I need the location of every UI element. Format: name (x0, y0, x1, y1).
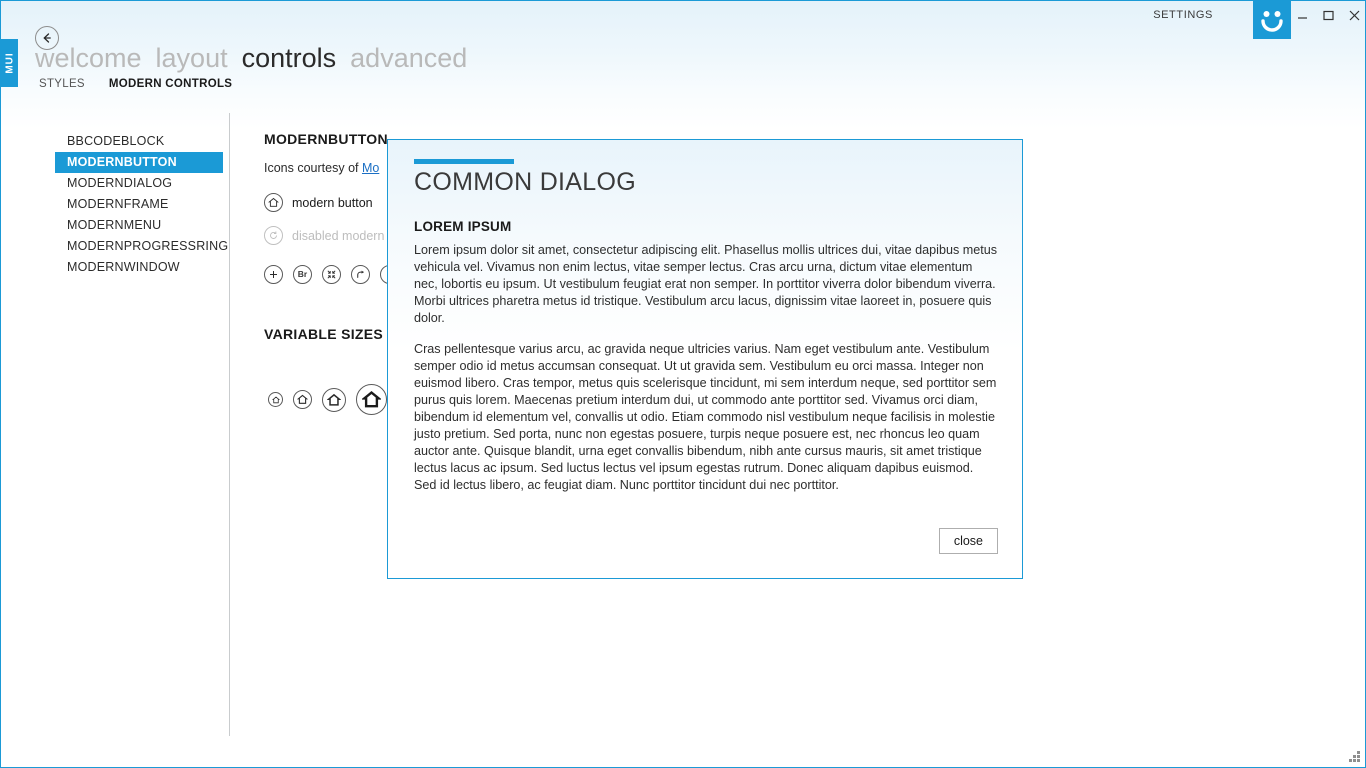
arrow-forward-icon[interactable] (351, 265, 370, 284)
disabled-modern-button-label: disabled modern (292, 228, 385, 243)
icon-credit-prefix: Icons courtesy of (264, 161, 362, 175)
sidebar-divider (229, 113, 230, 736)
dialog-paragraph: Lorem ipsum dolor sit amet, consectetur … (414, 243, 998, 325)
close-window-button[interactable] (1348, 9, 1361, 22)
nav-tab-advanced[interactable]: advanced (350, 43, 467, 74)
mui-side-tab-label: MUI (4, 52, 15, 74)
close-button[interactable]: close (938, 528, 998, 554)
nav-tab-controls[interactable]: controls (242, 43, 337, 74)
home-icon[interactable] (264, 193, 283, 212)
sidebar-item-modernprogressring[interactable]: MODERNPROGRESSRING (55, 236, 228, 257)
dialog-title: COMMON DIALOG (414, 168, 636, 196)
nav-tab-welcome[interactable]: welcome (35, 43, 142, 74)
main-navigation: welcome layout controls advanced (35, 43, 467, 74)
sidebar-item-modernframe[interactable]: MODERNFRAME (55, 194, 223, 215)
dialog-footer: close (938, 528, 998, 554)
smiley-face-icon[interactable] (1253, 1, 1291, 39)
home-icon[interactable] (293, 390, 312, 409)
mui-side-tab[interactable]: MUI (1, 39, 18, 87)
dialog-body: LOREM IPSUM Lorem ipsum dolor sit amet, … (414, 219, 998, 494)
dialog-accent-bar (414, 159, 514, 164)
refresh-icon (264, 226, 283, 245)
icon-credit-link[interactable]: Mo (362, 161, 379, 175)
subnav-item-modern-controls[interactable]: MODERN CONTROLS (109, 78, 232, 90)
nav-tab-layout[interactable]: layout (156, 43, 228, 74)
sidebar-item-modernbutton[interactable]: MODERNBUTTON (55, 152, 223, 173)
br-text-icon-label: Br (297, 269, 308, 280)
maximize-button[interactable] (1322, 9, 1335, 22)
sidebar-item-modernwindow[interactable]: MODERNWINDOW (55, 257, 223, 278)
settings-link[interactable]: SETTINGS (1153, 9, 1213, 21)
minimize-button[interactable] (1296, 9, 1309, 22)
subnav-item-styles[interactable]: STYLES (39, 78, 85, 90)
sidebar-list: BBCODEBLOCK MODERNBUTTON MODERNDIALOG MO… (55, 131, 228, 278)
dialog-subtitle: LOREM IPSUM (414, 219, 512, 234)
home-icon[interactable] (322, 387, 346, 412)
common-dialog: COMMON DIALOG LOREM IPSUM Lorem ipsum do… (387, 139, 1023, 579)
application-window: SETTINGS MUI welcome layout controls adv… (0, 0, 1366, 768)
sub-navigation: STYLES MODERN CONTROLS (39, 78, 232, 90)
sidebar-item-modernmenu[interactable]: MODERNMENU (55, 215, 223, 236)
collapse-icon[interactable] (322, 265, 341, 284)
plus-icon[interactable] (264, 265, 283, 284)
home-icon[interactable] (356, 384, 387, 415)
br-text-icon[interactable]: Br (293, 265, 312, 284)
sidebar-item-moderndialog[interactable]: MODERNDIALOG (55, 173, 223, 194)
modern-button-label[interactable]: modern button (292, 196, 373, 210)
sidebar-item-bbcodeblock[interactable]: BBCODEBLOCK (55, 131, 223, 152)
resize-grip-icon[interactable] (1349, 751, 1360, 762)
home-icon[interactable] (268, 392, 283, 407)
title-bar: SETTINGS (1, 1, 1365, 39)
window-controls (1296, 9, 1361, 22)
dialog-paragraph: Cras pellentesque varius arcu, ac gravid… (414, 342, 997, 492)
